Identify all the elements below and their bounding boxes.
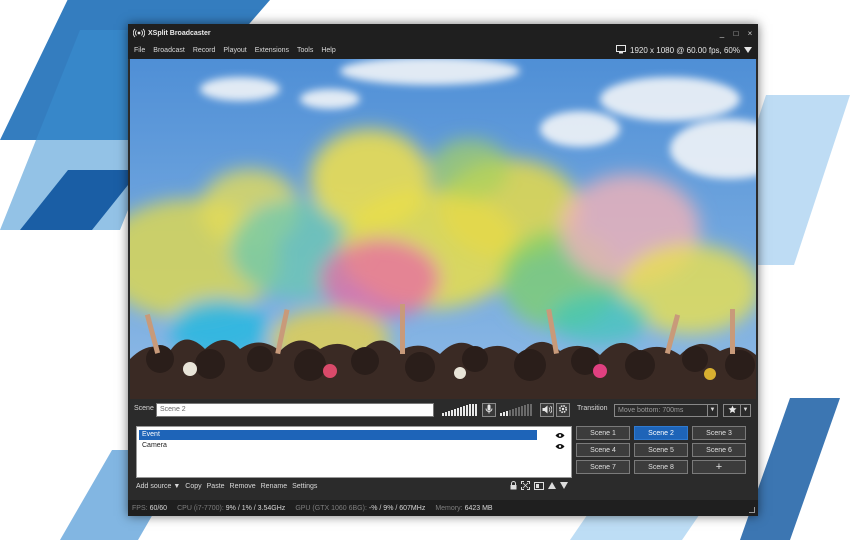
fit-screen-icon[interactable] (521, 481, 530, 492)
lock-icon[interactable] (510, 481, 517, 492)
paste-button[interactable]: Paste (207, 483, 225, 490)
microphone-button[interactable] (482, 403, 496, 417)
source-name: Camera (142, 442, 167, 449)
scene-button-3[interactable]: Scene 3 (692, 426, 746, 440)
scene-button-7[interactable]: Scene 7 (576, 460, 630, 474)
star-icon (724, 405, 740, 416)
rename-button[interactable]: Rename (261, 483, 287, 490)
window-controls: _ □ × (718, 24, 754, 42)
app-window: XSplit Broadcaster _ □ × File Broadcast … (128, 24, 758, 516)
scene-grid: Scene 1 Scene 2 Scene 3 Scene 4 Scene 5 … (576, 426, 748, 478)
speaker-level-meter (500, 404, 532, 416)
gpu-label: GPU (GTX 1060 6BG): (295, 504, 367, 512)
scene-label: Scene (134, 405, 154, 412)
menu-record[interactable]: Record (189, 47, 220, 54)
stage: XSplit Broadcaster _ □ × File Broadcast … (0, 0, 850, 540)
source-item[interactable]: Camera (139, 441, 537, 451)
scene-button-2[interactable]: Scene 2 (634, 426, 688, 440)
speaker-button[interactable] (540, 403, 554, 417)
scene-name-input[interactable]: Scene 2 (156, 403, 434, 417)
move-down-icon[interactable] (560, 482, 568, 491)
resize-grip[interactable] (749, 507, 755, 513)
cpu-label: CPU (i7-7700): (177, 504, 224, 512)
microphone-icon (485, 404, 493, 416)
minimize-button[interactable]: _ (718, 29, 726, 38)
gpu-value: -% / 9% / 607MHz (368, 504, 426, 512)
sources-list: Event Camera (136, 426, 572, 478)
transition-favorites-button[interactable]: ▼ (723, 404, 751, 417)
chevron-down-icon (744, 46, 752, 55)
broadcast-icon (132, 26, 146, 40)
audio-settings-button[interactable] (556, 403, 570, 417)
chevron-down-icon: ▼ (707, 405, 717, 416)
transition-value: Move bottom: 700ms (618, 407, 684, 414)
copy-button[interactable]: Copy (185, 483, 201, 490)
menu-help[interactable]: Help (317, 47, 339, 54)
menu-broadcast[interactable]: Broadcast (149, 47, 189, 54)
mic-level-meter (442, 404, 477, 416)
preview-canvas[interactable] (130, 59, 756, 399)
title-bar: XSplit Broadcaster _ □ × (128, 24, 758, 42)
scene-button-6[interactable]: Scene 6 (692, 443, 746, 457)
source-icon-group (510, 481, 568, 492)
fps-value: 60/60 (149, 504, 168, 512)
memory-value: 6423 MB (464, 504, 493, 512)
scene-button-5[interactable]: Scene 5 (634, 443, 688, 457)
monitor-icon (616, 45, 627, 56)
close-button[interactable]: × (746, 29, 754, 38)
preview-image (130, 59, 756, 399)
menu-bar: File Broadcast Record Playout Extensions… (128, 42, 758, 59)
maximize-button[interactable]: □ (732, 29, 740, 38)
scene-button-1[interactable]: Scene 1 (576, 426, 630, 440)
layout-icon[interactable] (534, 481, 544, 492)
chevron-down-icon: ▼ (740, 405, 750, 416)
scene-button-4[interactable]: Scene 4 (576, 443, 630, 457)
source-name: Event (142, 431, 160, 438)
menu-playout[interactable]: Playout (219, 47, 250, 54)
add-source-button[interactable]: Add source ▼ (136, 483, 180, 490)
transition-label: Transition (577, 405, 608, 412)
resolution-selector[interactable]: 1920 x 1080 @ 60.00 fps, 60% (616, 42, 752, 59)
eye-icon[interactable] (555, 432, 565, 440)
source-toolbar: Add source ▼ Copy Paste Remove Rename Se… (136, 480, 572, 493)
settings-button[interactable]: Settings (292, 483, 317, 490)
scene-button-8[interactable]: Scene 8 (634, 460, 688, 474)
scene-bar: Scene Scene 2 Transition Move bottom: 70… (128, 401, 758, 419)
cpu-value: 9% / 1% / 3.54GHz (225, 504, 286, 512)
status-bar: FPS: 60/60 CPU (i7-7700): 9% / 1% / 3.54… (128, 500, 758, 516)
gear-icon (558, 404, 568, 416)
menu-extensions[interactable]: Extensions (251, 47, 293, 54)
app-title: XSplit Broadcaster (148, 29, 211, 37)
add-scene-button[interactable]: + (692, 460, 746, 474)
menu-tools[interactable]: Tools (293, 47, 317, 54)
speaker-icon (542, 405, 553, 416)
menu-file[interactable]: File (128, 47, 149, 54)
resolution-label: 1920 x 1080 @ 60.00 fps, 60% (630, 46, 740, 55)
fps-label: FPS: (132, 504, 148, 512)
eye-icon[interactable] (555, 443, 565, 451)
memory-label: Memory: (435, 504, 463, 512)
transition-select[interactable]: Move bottom: 700ms ▼ (614, 404, 718, 417)
remove-button[interactable]: Remove (230, 483, 256, 490)
source-item[interactable]: Event (139, 430, 537, 440)
move-up-icon[interactable] (548, 482, 556, 491)
